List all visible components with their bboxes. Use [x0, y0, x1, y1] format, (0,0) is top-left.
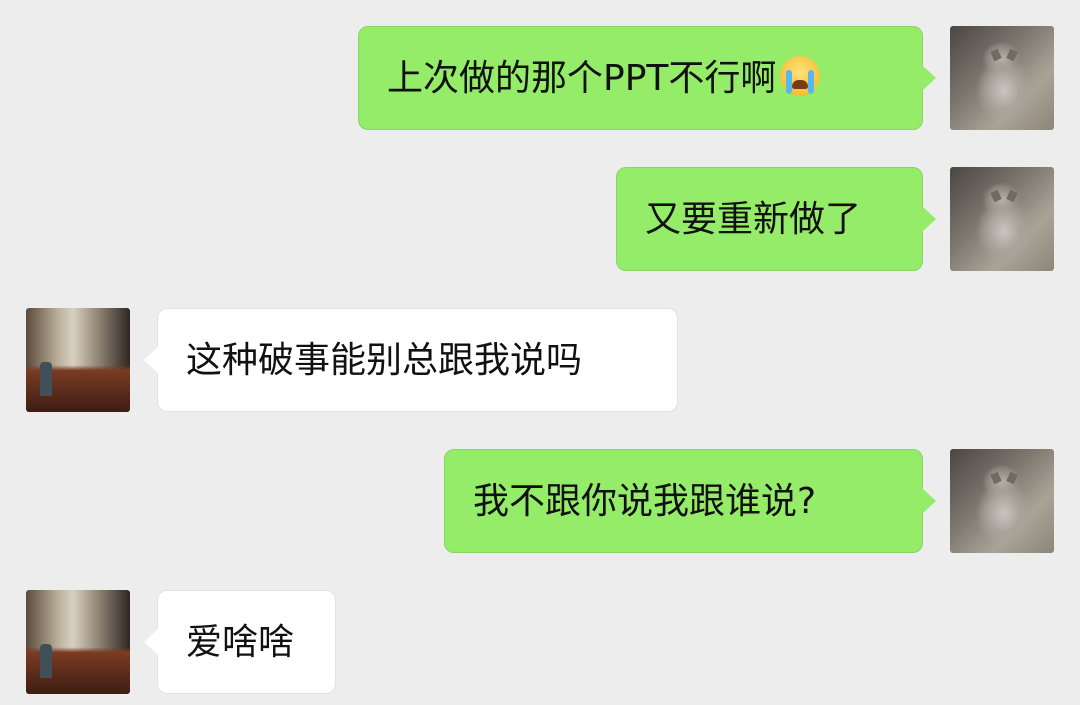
message-text: 上次做的那个PPT不行啊 [387, 58, 777, 99]
message-bubble-sent[interactable]: 我不跟你说我跟谁说? [444, 449, 936, 553]
message-text: 爱啥啥 [186, 622, 295, 663]
message-bubble-sent[interactable]: 上次做的那个PPT不行啊 [358, 26, 936, 130]
contact-avatar[interactable] [26, 308, 130, 412]
message-text: 这种破事能别总跟我说吗 [186, 340, 583, 381]
message-bubble-sent[interactable]: 又要重新做了 [616, 167, 936, 271]
message-text: 我不跟你说我跟谁说? [473, 481, 817, 522]
crying-emoji-icon [780, 56, 821, 96]
message-text: 又要重新做了 [645, 199, 862, 240]
my-avatar[interactable] [950, 26, 1054, 130]
my-avatar[interactable] [950, 167, 1054, 271]
my-avatar[interactable] [950, 449, 1054, 553]
chat-thread: 上次做的那个PPT不行啊 又要重新做了 这种破事能别总跟我说吗 我不跟你说我跟谁… [0, 0, 1080, 705]
message-bubble-received[interactable]: 这种破事能别总跟我说吗 [144, 308, 678, 412]
message-bubble-received[interactable]: 爱啥啥 [144, 590, 336, 694]
contact-avatar[interactable] [26, 590, 130, 694]
